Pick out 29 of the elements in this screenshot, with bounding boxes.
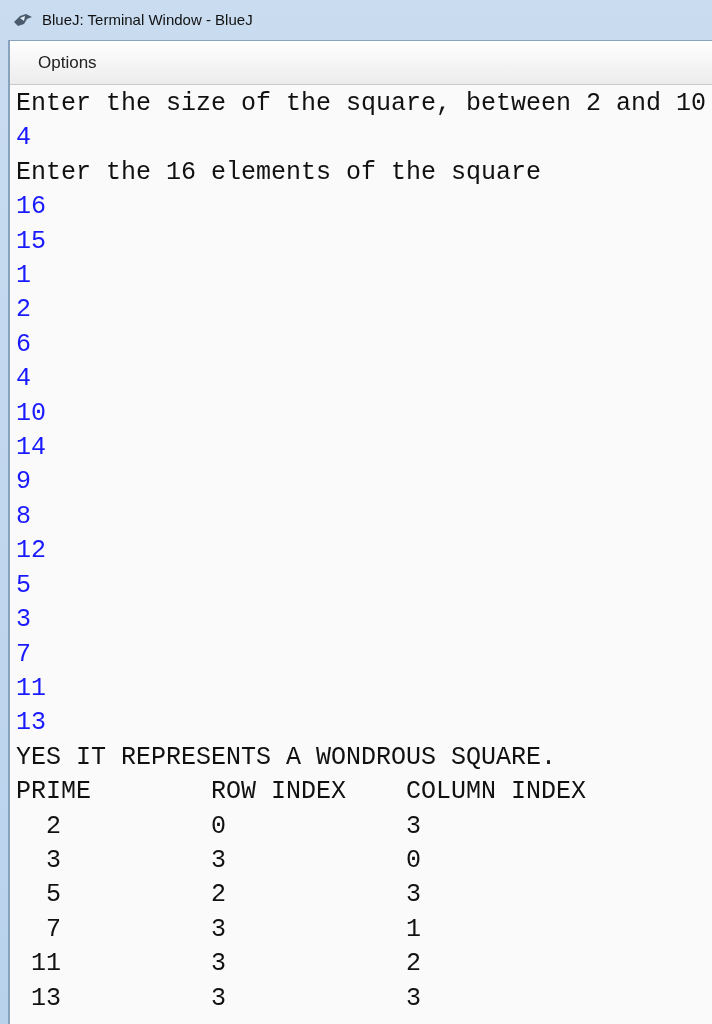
menu-item[interactable]: Options [30, 49, 105, 76]
input-line: 4 [16, 122, 31, 155]
input-line: 4 [16, 363, 31, 396]
input-line: 14 [16, 432, 46, 465]
output-line: 3 3 0 [45, 844, 422, 877]
input-line: 9 [16, 466, 31, 499]
input-line: 11 [16, 672, 46, 705]
output-line: 5 2 3 [45, 879, 422, 912]
input-line: 8 [16, 500, 31, 533]
input-line: 10 [16, 397, 46, 430]
input-line: 2 [16, 294, 31, 327]
input-line: 12 [16, 535, 46, 568]
output-line: PRIME ROW INDEX COLUMN INDEX [16, 776, 587, 809]
output-line: 7 3 1 [45, 913, 422, 946]
input-line: 3 [16, 604, 31, 637]
output-line: Enter the size of the square, between 2 and 10 [16, 88, 707, 120]
input-line: 7 [16, 638, 31, 671]
output-line: Enter the 16 elements of the square [16, 156, 542, 189]
input-line: 5 [16, 569, 31, 602]
input-line: 6 [16, 328, 31, 361]
window-title: BlueJ: Terminal Window - BlueJ [42, 9, 253, 30]
output-line: YES IT REPRESENTS A WONDROUS SQUARE. [16, 741, 557, 774]
output-line: 2 0 3 [45, 810, 422, 843]
input-line: 1 [16, 260, 31, 293]
output-line: 11 3 2 [30, 948, 422, 981]
input-line: 13 [16, 707, 46, 740]
output-line: 13 3 3 [30, 982, 422, 1015]
input-line: 15 [16, 225, 46, 258]
input-line: 16 [16, 191, 46, 224]
